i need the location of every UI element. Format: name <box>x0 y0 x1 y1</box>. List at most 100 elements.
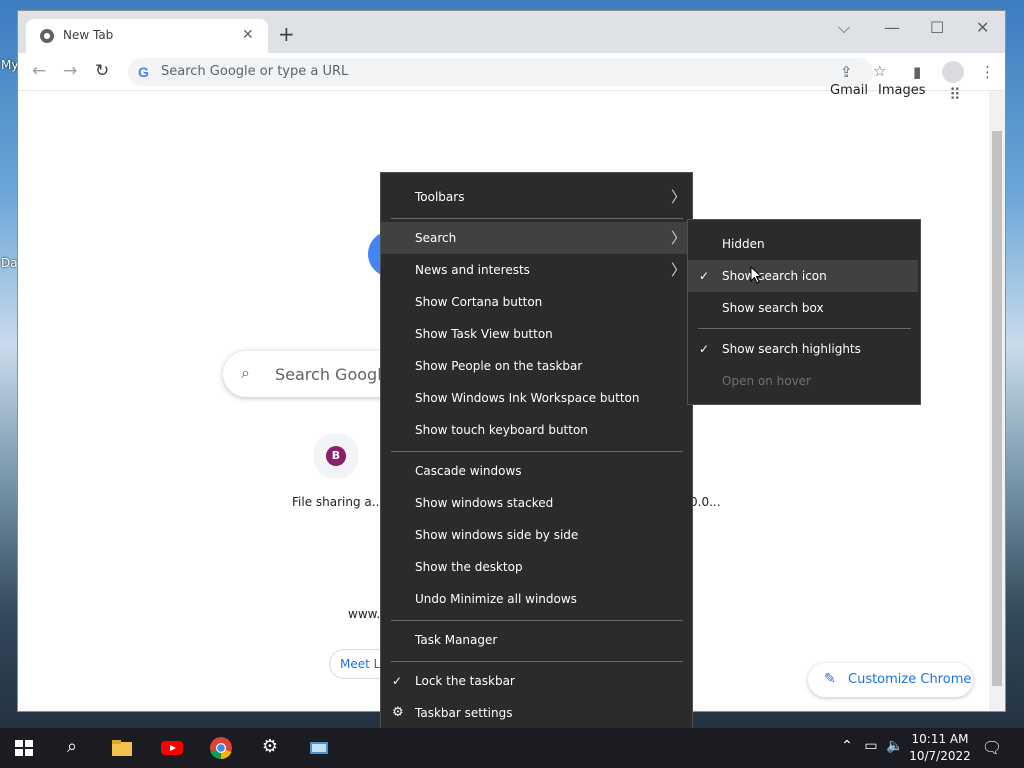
menu-item-toolbars[interactable]: Toolbars 〉 <box>381 181 692 213</box>
file-explorer-icon[interactable] <box>110 736 134 760</box>
menu-item-label: Hidden <box>722 237 765 251</box>
submenu-item-open-on-hover: Open on hover <box>688 365 918 397</box>
mouse-cursor-icon <box>750 266 762 284</box>
start-icon[interactable] <box>12 736 36 760</box>
desktop-icon-label: Da <box>1 256 18 270</box>
menu-item-label: Search <box>415 231 457 245</box>
notification-icon[interactable]: 🗨 <box>980 738 1004 757</box>
side-panel-icon[interactable]: ▮ <box>913 63 921 81</box>
bookmark-star-icon[interactable]: ☆ <box>873 62 886 80</box>
volume-icon[interactable]: 🔈 <box>883 738 907 754</box>
menu-item-taskbar-settings[interactable]: ⚙ Taskbar settings <box>381 697 692 729</box>
google-apps-icon[interactable]: ⠿ <box>949 85 961 104</box>
menu-item-label: Show People on the taskbar <box>415 359 583 373</box>
submenu-item-show-search-highlights[interactable]: ✓ Show search highlights <box>688 333 918 365</box>
menu-item-lock-the-taskbar[interactable]: ✓ Lock the taskbar <box>381 665 692 697</box>
close-tab-icon[interactable]: ✕ <box>242 27 254 43</box>
menu-item-show-task-view-button[interactable]: Show Task View button <box>381 318 692 350</box>
tab-title: New Tab <box>63 28 114 42</box>
share-icon[interactable]: ⇪ <box>840 63 853 81</box>
chevron-right-icon: 〉 <box>671 261 687 279</box>
images-link[interactable]: Images <box>878 83 926 98</box>
menu-item-label: Taskbar settings <box>415 706 513 720</box>
taskbar: ⌕ ⚙ ⌃ ▭ 🔈 10:11 AM 10/7/2022 🗨 <box>0 728 1024 768</box>
menu-item-show-the-desktop[interactable]: Show the desktop <box>381 551 692 583</box>
menu-item-label: Show search box <box>722 301 824 315</box>
shortcut-label[interactable]: 0.0... <box>690 495 721 509</box>
menu-item-search[interactable]: Search 〉 <box>381 222 692 254</box>
checkmark-icon: ✓ <box>699 269 710 283</box>
search-icon: ⌕ <box>241 363 250 382</box>
submenu-item-show-search-box[interactable]: Show search box <box>688 292 918 324</box>
checkmark-icon: ✓ <box>392 674 403 688</box>
gear-icon: ⚙ <box>392 705 404 720</box>
menu-item-show-cortana-button[interactable]: Show Cortana button <box>381 286 692 318</box>
menu-item-label: Toolbars <box>415 190 465 204</box>
menu-item-label: Undo Minimize all windows <box>415 592 577 606</box>
chrome-icon[interactable] <box>209 736 233 760</box>
menu-item-label: Show touch keyboard button <box>415 423 588 437</box>
menu-separator <box>391 451 683 452</box>
youtube-icon[interactable] <box>160 736 184 760</box>
scrollbar-thumb[interactable] <box>992 131 1002 686</box>
menu-separator <box>698 328 911 329</box>
network-icon[interactable]: ▭ <box>859 738 883 754</box>
menu-item-show-touch-keyboard-button[interactable]: Show touch keyboard button <box>381 414 692 446</box>
menu-item-label: Show Cortana button <box>415 295 543 309</box>
submenu-item-hidden[interactable]: Hidden <box>688 228 918 260</box>
shortcut-label[interactable]: File sharing a... <box>292 495 383 509</box>
search-icon[interactable]: ⌕ <box>60 736 84 757</box>
menu-item-task-manager[interactable]: Task Manager <box>381 624 692 656</box>
desktop-icon-label: My <box>1 58 19 72</box>
reload-icon[interactable]: ↻ <box>95 61 109 81</box>
close-window-icon[interactable]: ✕ <box>976 18 989 37</box>
settings-icon[interactable]: ⚙ <box>258 736 282 757</box>
menu-item-show-windows-stacked[interactable]: Show windows stacked <box>381 487 692 519</box>
menu-item-undo-minimize-all-windows[interactable]: Undo Minimize all windows <box>381 583 692 615</box>
clock-time[interactable]: 10:11 AM <box>905 732 975 746</box>
google-g-icon: G <box>138 64 149 80</box>
checkmark-icon: ✓ <box>699 342 710 356</box>
pencil-icon: ✎ <box>824 671 836 687</box>
menu-item-label: Open on hover <box>722 374 811 388</box>
taskbar-context-menu: Toolbars 〉 Search 〉 News and interests 〉 Show … <box>380 172 693 738</box>
menu-item-label: News and interests <box>415 263 530 277</box>
customize-chrome-label: Customize Chrome <box>848 672 972 687</box>
menu-separator <box>391 620 683 621</box>
menu-item-show-windows-ink-workspace-button[interactable]: Show Windows Ink Workspace button <box>381 382 692 414</box>
tab-search-icon[interactable]: ⌵ <box>838 18 850 38</box>
forward-icon[interactable]: → <box>63 61 77 81</box>
menu-item-label: Show search highlights <box>722 342 861 356</box>
menu-item-news-and-interests[interactable]: News and interests 〉 <box>381 254 692 286</box>
menu-item-cascade-windows[interactable]: Cascade windows <box>381 455 692 487</box>
clock-date[interactable]: 10/7/2022 <box>905 749 975 763</box>
more-menu-icon[interactable]: ⋮ <box>980 63 995 81</box>
menu-item-show-windows-side-by-side[interactable]: Show windows side by side <box>381 519 692 551</box>
menu-item-label: Show search icon <box>722 269 827 283</box>
tab-new-tab[interactable]: New Tab ✕ <box>26 19 268 53</box>
submenu-item-show-search-icon[interactable]: ✓ Show search icon <box>688 260 918 292</box>
profile-avatar-icon[interactable] <box>942 61 964 83</box>
search-placeholder: Search Google <box>275 365 392 384</box>
app-icon[interactable] <box>307 736 331 760</box>
shortcut-label[interactable]: www. <box>348 607 380 621</box>
chevron-right-icon: 〉 <box>671 229 687 247</box>
gmail-link[interactable]: Gmail <box>830 83 868 98</box>
menu-item-label: Show Windows Ink Workspace button <box>415 391 640 405</box>
omnibox[interactable]: G Search Google or type a URL ⇪ ☆ <box>128 58 886 86</box>
customize-chrome-button[interactable]: ✎ Customize Chrome <box>808 663 973 697</box>
menu-item-label: Show windows stacked <box>415 496 554 510</box>
maximize-icon[interactable]: ☐ <box>930 18 944 37</box>
chevron-up-icon[interactable]: ⌃ <box>835 738 859 754</box>
page-scrollbar[interactable] <box>989 91 1005 711</box>
menu-item-label: Show the desktop <box>415 560 523 574</box>
menu-separator <box>391 661 683 662</box>
back-icon[interactable]: ← <box>32 61 46 81</box>
chrome-favicon-icon <box>40 29 54 43</box>
tab-strip: New Tab ✕ + ⌵ — ☐ ✕ <box>18 11 1005 53</box>
menu-separator <box>391 218 683 219</box>
new-tab-button[interactable]: + <box>278 24 295 44</box>
minimize-icon[interactable]: — <box>884 18 900 37</box>
menu-item-label: Cascade windows <box>415 464 522 478</box>
menu-item-show-people-on-the-taskbar[interactable]: Show People on the taskbar <box>381 350 692 382</box>
